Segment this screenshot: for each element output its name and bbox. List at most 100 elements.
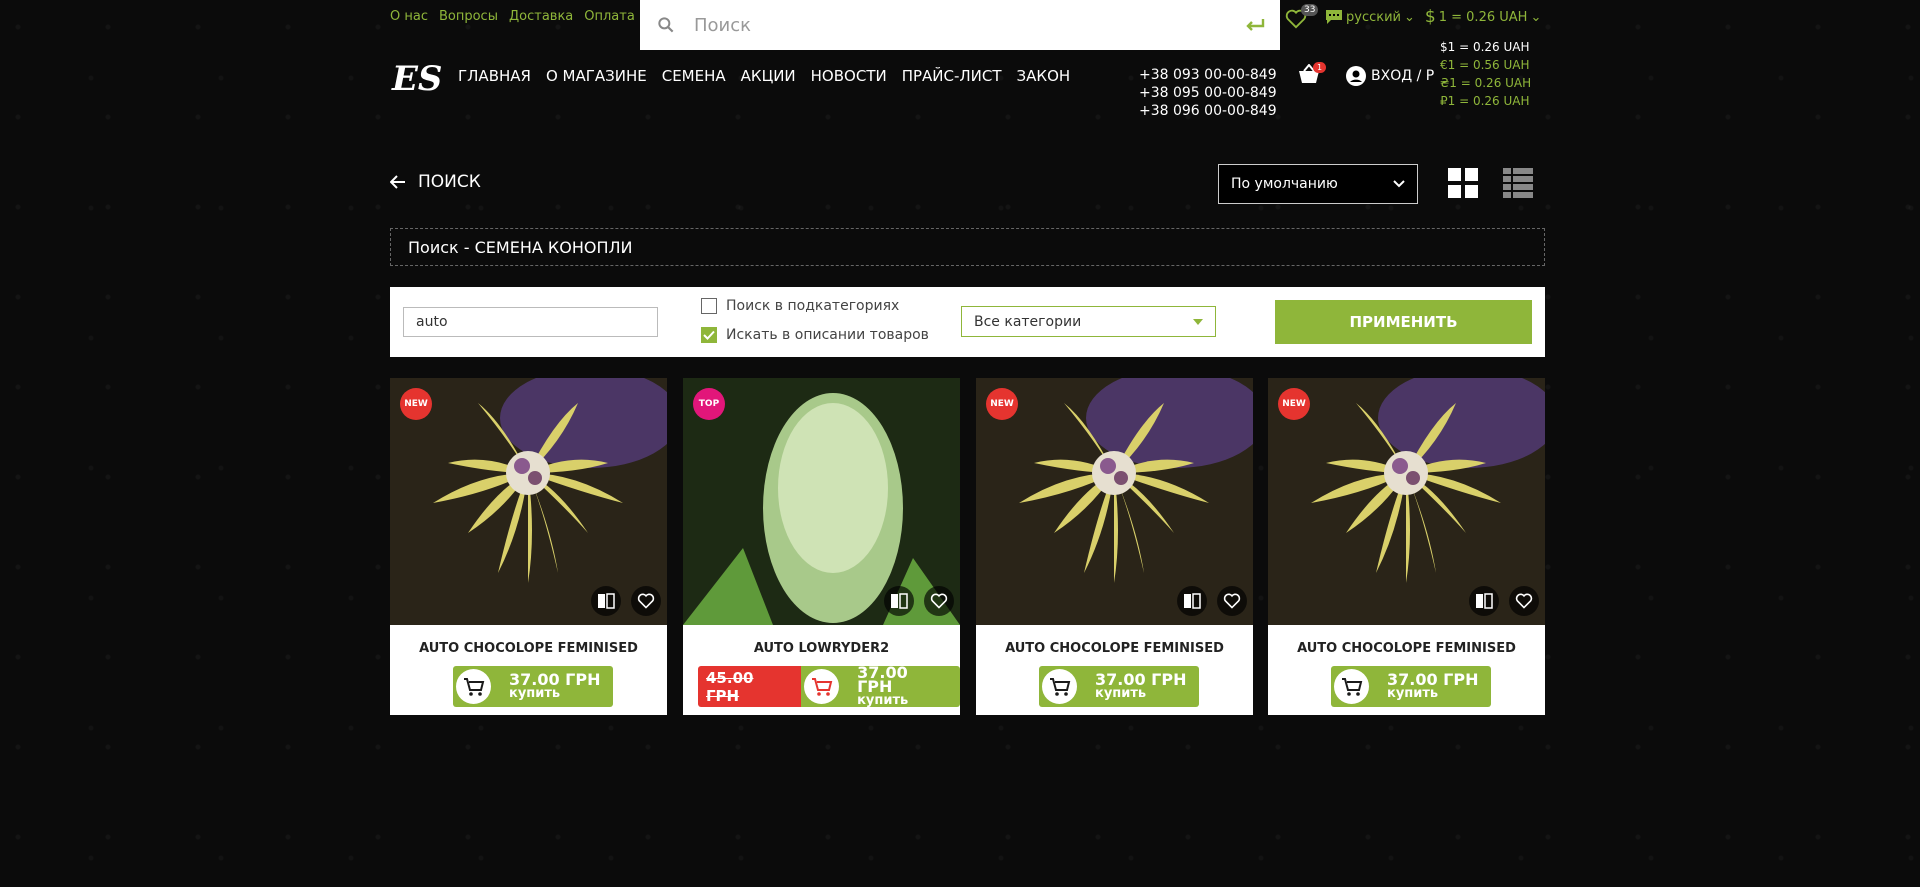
buy-button[interactable]: 45.00 ГРН 37.00 ГРН купить (698, 664, 960, 708)
cart-count-badge: 1 (1313, 62, 1327, 73)
buy-label: купить (857, 692, 909, 708)
heart-icon[interactable] (924, 586, 954, 616)
search-query-input[interactable] (403, 307, 658, 337)
buy-text: 37.00 ГРН купить (1077, 669, 1199, 701)
apply-button[interactable]: ПРИМЕНИТЬ (1275, 300, 1532, 344)
buy-button[interactable]: 37.00 ГРН купить (1331, 666, 1491, 707)
currency-selector[interactable]: $ 1 = 0.26 UAH ⌄ (1425, 7, 1541, 27)
product-name[interactable]: AUTO LOWRYDER2 (683, 641, 960, 656)
link-payment[interactable]: Оплата (584, 9, 635, 24)
nav-price-list[interactable]: ПРАЙС-ЛИСТ (902, 67, 1002, 85)
compare-icon[interactable] (1177, 586, 1207, 616)
buy-price-box: 37.00 ГРН купить (453, 666, 613, 707)
nav-news[interactable]: НОВОСТИ (811, 67, 887, 85)
category-selected-value: Все категории (974, 313, 1082, 330)
nav-about-shop[interactable]: О МАГАЗИНЕ (546, 67, 647, 85)
heart-icon[interactable] (1217, 586, 1247, 616)
search-filter-panel: Поиск в подкатегориях Искать в описании … (390, 287, 1545, 357)
arrow-left-icon (390, 175, 405, 189)
rate-uah: ₴1 = 0.26 UAH (1440, 76, 1532, 90)
search-input[interactable] (692, 13, 1230, 37)
buy-label: купить (1095, 685, 1147, 701)
product-image[interactable] (1268, 378, 1545, 625)
phone-number[interactable]: +38 093 00-00-849 (1139, 66, 1277, 84)
user-icon (1346, 66, 1366, 86)
buy-price-box: 37.00 ГРН купить (1331, 666, 1491, 707)
top-bar: О нас Вопросы Доставка Оплата Бл 33 русс… (390, 0, 1545, 50)
currency-rates: $1 = 0.26 UAH €1 = 0.56 UAH ₴1 = 0.26 UA… (1440, 38, 1531, 110)
list-view-icon[interactable] (1503, 168, 1533, 198)
nav-home[interactable]: ГЛАВНАЯ (458, 67, 531, 85)
product-price: 37.00 ГРН (1387, 669, 1479, 689)
phone-list: +38 093 00-00-849 +38 095 00-00-849 +38 … (1139, 66, 1277, 120)
buy-text: 37.00 ГРН купить (1369, 669, 1491, 701)
product-image[interactable] (683, 378, 960, 625)
product-image[interactable] (390, 378, 667, 625)
buy-button[interactable]: 37.00 ГРН купить (1039, 666, 1199, 707)
description-label: Искать в описании товаров (726, 327, 929, 343)
product-image-wrap: TOP (683, 378, 960, 625)
product-badge: NEW (1278, 388, 1310, 420)
cart-button[interactable]: 1 (1298, 62, 1327, 88)
top-links: О нас Вопросы Доставка Оплата Бл (390, 9, 663, 24)
subcategories-label: Поиск в подкатегориях (726, 298, 900, 314)
back-button[interactable]: ПОИСК (390, 172, 481, 192)
product-name[interactable]: AUTO CHOCOLOPE FEMINISED (976, 641, 1253, 656)
description-checkbox[interactable]: Искать в описании товаров (701, 327, 929, 343)
category-select[interactable]: Все категории (961, 306, 1216, 337)
search-submit-icon[interactable] (1230, 17, 1280, 33)
page-title: ПОИСК (418, 172, 481, 192)
product-image-wrap: NEW (390, 378, 667, 625)
compare-icon[interactable] (884, 586, 914, 616)
main-nav: ГЛАВНАЯ О МАГАЗИНЕ СЕМЕНА АКЦИИ НОВОСТИ … (458, 67, 1070, 85)
buy-label: купить (1387, 685, 1439, 701)
cart-icon (456, 669, 491, 704)
top-right-controls: 33 русский ⌄ $ 1 = 0.26 UAH ⌄ (1285, 4, 1541, 30)
phone-number[interactable]: +38 095 00-00-849 (1139, 84, 1277, 102)
login-button[interactable]: ВХОД / Р (1346, 66, 1434, 86)
product-card[interactable]: NEW AUTO CHOCOLOPE FEMINISED 37.00 ГРН купи… (390, 378, 667, 715)
product-price: 37.00 ГРН (1095, 669, 1187, 689)
rate-eur: €1 = 0.56 UAH (1440, 58, 1530, 72)
product-name[interactable]: AUTO CHOCOLOPE FEMINISED (390, 641, 667, 656)
nav-law[interactable]: ЗАКОН (1017, 67, 1071, 85)
product-badge: NEW (986, 388, 1018, 420)
dollar-icon: $ (1424, 7, 1436, 27)
compare-icon[interactable] (1469, 586, 1499, 616)
cart-icon (1334, 669, 1369, 704)
compare-icon[interactable] (591, 586, 621, 616)
cart-icon (804, 669, 840, 704)
heart-icon[interactable] (1509, 586, 1539, 616)
wishlist-count-badge: 33 (1301, 4, 1319, 16)
language-selector[interactable]: русский ⌄ (1325, 9, 1415, 25)
login-label: ВХОД / Р (1371, 68, 1435, 84)
old-price: 45.00 ГРН (698, 666, 802, 707)
product-image-wrap: NEW (1268, 378, 1545, 625)
product-card[interactable]: NEW AUTO CHOCOLOPE FEMINISED 37.00 ГРН купи… (976, 378, 1253, 715)
chevron-down-icon: ⌄ (1530, 9, 1542, 25)
subcategories-checkbox[interactable]: Поиск в подкатегориях (701, 298, 899, 314)
product-card[interactable]: TOP AUTO LOWRYDER2 45.00 ГРН 37.00 ГРН купит… (683, 378, 960, 715)
nav-seeds[interactable]: СЕМЕНА (662, 67, 726, 85)
phone-number[interactable]: +38 096 00-00-849 (1139, 102, 1277, 120)
checkbox-unchecked-icon (701, 298, 717, 314)
grid-view-icon[interactable] (1448, 168, 1478, 198)
sort-select[interactable]: По умолчанию (1218, 164, 1418, 204)
product-name[interactable]: AUTO CHOCOLOPE FEMINISED (1268, 641, 1545, 656)
link-faq[interactable]: Вопросы (439, 9, 498, 24)
site-logo[interactable]: ES (390, 58, 450, 100)
search-bar (640, 0, 1280, 50)
product-image[interactable] (976, 378, 1253, 625)
product-card[interactable]: NEW AUTO CHOCOLOPE FEMINISED 37.00 ГРН купи… (1268, 378, 1545, 715)
nav-promotions[interactable]: АКЦИИ (741, 67, 796, 85)
product-image-wrap: NEW (976, 378, 1253, 625)
link-delivery[interactable]: Доставка (509, 9, 573, 24)
buy-button[interactable]: 37.00 ГРН купить (453, 666, 613, 707)
wishlist-button[interactable]: 33 (1285, 4, 1319, 30)
heart-icon[interactable] (631, 586, 661, 616)
link-about[interactable]: О нас (390, 9, 428, 24)
chat-icon (1326, 10, 1342, 24)
currency-label: 1 = 0.26 UAH (1438, 9, 1528, 25)
chevron-down-icon (1393, 180, 1405, 188)
chevron-down-icon: ⌄ (1404, 9, 1415, 25)
